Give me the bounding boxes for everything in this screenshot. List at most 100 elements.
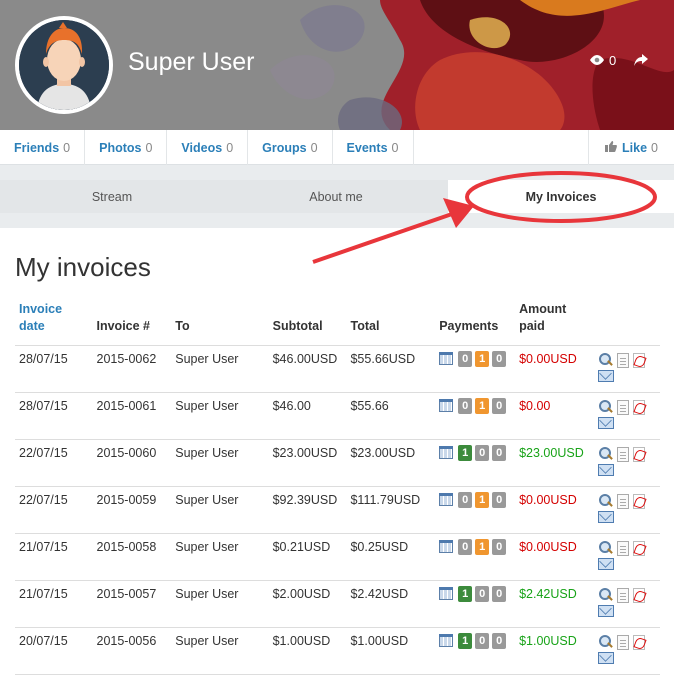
document-icon[interactable] (616, 634, 629, 650)
view-invoice-icon[interactable] (598, 493, 613, 509)
invoice-actions (593, 580, 660, 628)
invoice-total: $0.25USD (346, 533, 436, 581)
view-invoice-icon[interactable] (598, 352, 613, 368)
document-icon[interactable] (616, 399, 629, 415)
invoice-amount-paid: $1.00USD (515, 627, 594, 675)
table-row: 28/07/15 2015-0061 Super User $46.00 $55.66 0… (15, 392, 660, 440)
tab-count: 0 (145, 140, 153, 155)
document-icon[interactable] (616, 540, 629, 556)
calendar-icon[interactable] (439, 352, 454, 365)
payment-count-badge: 0 (492, 350, 507, 367)
invoice-subtotal: $23.00USD (268, 439, 347, 487)
invoice-payments: 010 (435, 392, 516, 440)
view-invoice-icon[interactable] (598, 446, 613, 462)
view-invoice-icon[interactable] (598, 587, 613, 603)
invoice-payments: 100 (435, 627, 516, 675)
subtab-my-invoices[interactable]: My Invoices (448, 180, 674, 213)
invoice-number: 2015-0056 (92, 627, 172, 675)
payment-count-badge: 0 (475, 444, 490, 461)
document-icon[interactable] (616, 493, 629, 509)
calendar-icon[interactable] (439, 540, 454, 553)
invoice-recipient: Super User (171, 580, 269, 628)
tab-videos[interactable]: Videos 0 (167, 130, 249, 165)
pdf-icon[interactable] (632, 352, 645, 368)
view-invoice-icon[interactable] (598, 399, 613, 415)
document-icon[interactable] (616, 587, 629, 603)
like-button[interactable]: Like 0 (588, 130, 674, 165)
invoice-date: 20/07/15 (15, 627, 93, 675)
calendar-icon[interactable] (439, 493, 454, 506)
email-icon[interactable] (597, 557, 614, 570)
table-row: 20/07/15 2015-0056 Super User $1.00USD $1.00… (15, 627, 660, 675)
view-invoice-icon[interactable] (598, 634, 613, 650)
payment-count-badge: 0 (492, 632, 507, 649)
email-icon[interactable] (597, 463, 614, 476)
share-icon[interactable] (634, 53, 648, 71)
invoice-subtotal: $1.00USD (268, 627, 347, 675)
tab-events[interactable]: Events 0 (333, 130, 414, 165)
profile-name: Super User (128, 48, 255, 76)
email-icon[interactable] (597, 416, 614, 429)
cover-photo: Super User 0 (0, 0, 674, 130)
pdf-icon[interactable] (632, 634, 645, 650)
calendar-icon[interactable] (439, 634, 454, 647)
table-header-row: Invoice date Invoice # To Subtotal Total… (15, 300, 660, 346)
view-invoice-icon[interactable] (598, 540, 613, 556)
payment-count-badge: 0 (458, 491, 473, 508)
like-count: 0 (651, 140, 658, 155)
col-subtotal: Subtotal (268, 300, 347, 346)
tab-photos[interactable]: Photos 0 (85, 130, 168, 165)
subtab-about-me[interactable]: About me (224, 180, 448, 213)
pdf-icon[interactable] (632, 446, 645, 462)
invoices-panel: My invoices Invoice date Invoice # To Su… (0, 228, 674, 676)
invoice-number: 2015-0058 (92, 533, 172, 581)
calendar-icon[interactable] (439, 399, 454, 412)
table-row: 21/07/15 2015-0058 Super User $0.21USD $0.25… (15, 533, 660, 581)
col-invoice-date[interactable]: Invoice date (15, 300, 93, 346)
invoice-recipient: Super User (171, 627, 269, 675)
invoice-subtotal: $92.39USD (268, 486, 347, 534)
invoice-date: 22/07/15 (15, 486, 93, 534)
eye-icon (590, 53, 604, 68)
invoice-total: $55.66 (346, 392, 436, 440)
invoice-total: $1.00USD (346, 627, 436, 675)
col-payments: Payments (435, 300, 516, 346)
pdf-icon[interactable] (632, 587, 645, 603)
invoice-recipient: Super User (171, 345, 269, 393)
invoice-payments: 010 (435, 533, 516, 581)
email-icon[interactable] (597, 510, 614, 523)
invoice-total: $55.66USD (346, 345, 436, 393)
profile-subtabs: Stream About me My Invoices (0, 180, 674, 213)
payment-count-badge: 1 (458, 632, 473, 649)
tab-groups[interactable]: Groups 0 (248, 130, 333, 165)
tab-label: Events (346, 140, 388, 155)
pdf-icon[interactable] (632, 540, 645, 556)
payment-count-badge: 0 (492, 491, 507, 508)
calendar-icon[interactable] (439, 446, 454, 459)
avatar[interactable] (15, 16, 113, 114)
email-icon[interactable] (597, 651, 614, 664)
invoice-date: 21/07/15 (15, 533, 93, 581)
invoice-total: $23.00USD (346, 439, 436, 487)
document-icon[interactable] (616, 446, 629, 462)
payment-count-badge: 0 (492, 585, 507, 602)
thumbs-up-icon (605, 140, 617, 155)
payment-count-badge: 1 (458, 444, 473, 461)
table-row: 21/07/15 2015-0057 Super User $2.00USD $2.42… (15, 580, 660, 628)
invoice-actions (593, 345, 660, 393)
tab-label: Videos (181, 140, 223, 155)
pdf-icon[interactable] (632, 493, 645, 509)
subtab-stream[interactable]: Stream (0, 180, 224, 213)
email-icon[interactable] (597, 604, 614, 617)
calendar-icon[interactable] (439, 587, 454, 600)
invoice-actions (593, 486, 660, 534)
invoice-amount-paid: $0.00USD (515, 533, 594, 581)
pdf-icon[interactable] (632, 399, 645, 415)
email-icon[interactable] (597, 369, 614, 382)
invoice-subtotal: $2.00USD (268, 580, 347, 628)
invoice-amount-paid: $23.00USD (515, 439, 594, 487)
document-icon[interactable] (616, 352, 629, 368)
invoice-actions (593, 627, 660, 675)
tab-count: 0 (226, 140, 234, 155)
tab-friends[interactable]: Friends 0 (0, 130, 86, 165)
